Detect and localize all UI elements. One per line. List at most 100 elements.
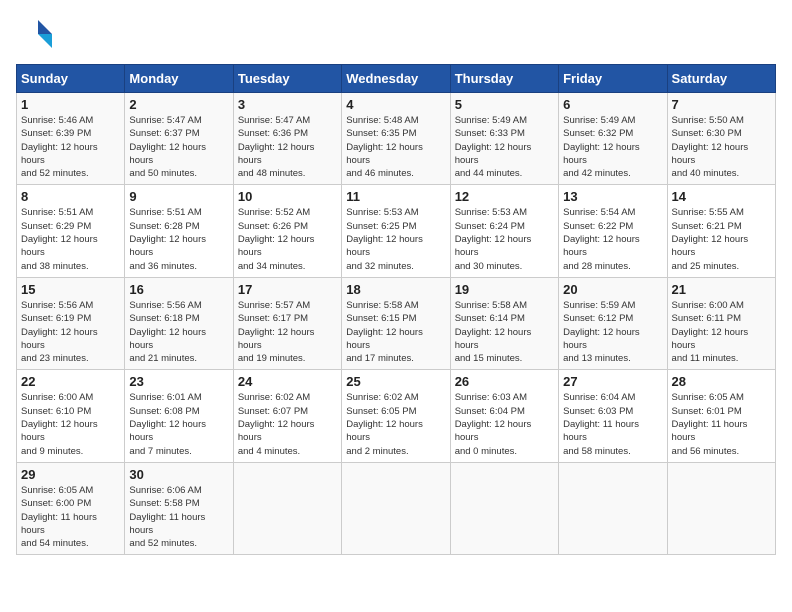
calendar-cell: 19 Sunrise: 5:58 AMSunset: 6:14 PMDaylig… <box>450 277 558 369</box>
day-number: 7 <box>672 97 771 112</box>
day-number: 23 <box>129 374 228 389</box>
day-number: 29 <box>21 467 120 482</box>
day-number: 14 <box>672 189 771 204</box>
page-header <box>16 16 776 52</box>
calendar-cell: 7 Sunrise: 5:50 AMSunset: 6:30 PMDayligh… <box>667 93 775 185</box>
day-number: 21 <box>672 282 771 297</box>
calendar-cell: 22 Sunrise: 6:00 AMSunset: 6:10 PMDaylig… <box>17 370 125 462</box>
calendar-cell: 24 Sunrise: 6:02 AMSunset: 6:07 PMDaylig… <box>233 370 341 462</box>
day-number: 13 <box>563 189 662 204</box>
weekday-header-wednesday: Wednesday <box>342 65 450 93</box>
calendar-week-4: 22 Sunrise: 6:00 AMSunset: 6:10 PMDaylig… <box>17 370 776 462</box>
day-content: Sunrise: 5:48 AMSunset: 6:35 PMDaylight:… <box>346 114 445 180</box>
calendar-cell: 14 Sunrise: 5:55 AMSunset: 6:21 PMDaylig… <box>667 185 775 277</box>
day-number: 12 <box>455 189 554 204</box>
day-content: Sunrise: 6:06 AMSunset: 5:58 PMDaylight:… <box>129 484 228 550</box>
calendar-cell <box>667 462 775 554</box>
day-content: Sunrise: 5:55 AMSunset: 6:21 PMDaylight:… <box>672 206 771 272</box>
weekday-header-friday: Friday <box>559 65 667 93</box>
day-number: 16 <box>129 282 228 297</box>
day-number: 30 <box>129 467 228 482</box>
calendar-cell: 21 Sunrise: 6:00 AMSunset: 6:11 PMDaylig… <box>667 277 775 369</box>
day-content: Sunrise: 5:58 AMSunset: 6:14 PMDaylight:… <box>455 299 554 365</box>
day-number: 24 <box>238 374 337 389</box>
day-content: Sunrise: 6:01 AMSunset: 6:08 PMDaylight:… <box>129 391 228 457</box>
day-number: 20 <box>563 282 662 297</box>
calendar-cell: 1 Sunrise: 5:46 AMSunset: 6:39 PMDayligh… <box>17 93 125 185</box>
day-content: Sunrise: 6:05 AMSunset: 6:00 PMDaylight:… <box>21 484 120 550</box>
day-content: Sunrise: 5:59 AMSunset: 6:12 PMDaylight:… <box>563 299 662 365</box>
day-content: Sunrise: 5:57 AMSunset: 6:17 PMDaylight:… <box>238 299 337 365</box>
day-content: Sunrise: 5:46 AMSunset: 6:39 PMDaylight:… <box>21 114 120 180</box>
calendar-cell: 30 Sunrise: 6:06 AMSunset: 5:58 PMDaylig… <box>125 462 233 554</box>
day-number: 17 <box>238 282 337 297</box>
calendar-cell: 18 Sunrise: 5:58 AMSunset: 6:15 PMDaylig… <box>342 277 450 369</box>
calendar-cell: 23 Sunrise: 6:01 AMSunset: 6:08 PMDaylig… <box>125 370 233 462</box>
calendar-cell: 11 Sunrise: 5:53 AMSunset: 6:25 PMDaylig… <box>342 185 450 277</box>
day-content: Sunrise: 5:56 AMSunset: 6:18 PMDaylight:… <box>129 299 228 365</box>
day-content: Sunrise: 5:50 AMSunset: 6:30 PMDaylight:… <box>672 114 771 180</box>
day-number: 26 <box>455 374 554 389</box>
day-content: Sunrise: 5:56 AMSunset: 6:19 PMDaylight:… <box>21 299 120 365</box>
weekday-header-thursday: Thursday <box>450 65 558 93</box>
day-number: 6 <box>563 97 662 112</box>
weekday-header-tuesday: Tuesday <box>233 65 341 93</box>
calendar-cell: 27 Sunrise: 6:04 AMSunset: 6:03 PMDaylig… <box>559 370 667 462</box>
calendar-cell: 10 Sunrise: 5:52 AMSunset: 6:26 PMDaylig… <box>233 185 341 277</box>
day-number: 3 <box>238 97 337 112</box>
day-number: 22 <box>21 374 120 389</box>
day-content: Sunrise: 5:49 AMSunset: 6:32 PMDaylight:… <box>563 114 662 180</box>
logo-icon <box>16 16 52 52</box>
calendar-cell: 12 Sunrise: 5:53 AMSunset: 6:24 PMDaylig… <box>450 185 558 277</box>
calendar-cell <box>450 462 558 554</box>
calendar-week-2: 8 Sunrise: 5:51 AMSunset: 6:29 PMDayligh… <box>17 185 776 277</box>
day-content: Sunrise: 5:51 AMSunset: 6:28 PMDaylight:… <box>129 206 228 272</box>
day-content: Sunrise: 5:51 AMSunset: 6:29 PMDaylight:… <box>21 206 120 272</box>
day-content: Sunrise: 5:49 AMSunset: 6:33 PMDaylight:… <box>455 114 554 180</box>
calendar-cell <box>233 462 341 554</box>
day-content: Sunrise: 5:47 AMSunset: 6:37 PMDaylight:… <box>129 114 228 180</box>
day-content: Sunrise: 5:58 AMSunset: 6:15 PMDaylight:… <box>346 299 445 365</box>
calendar-cell <box>342 462 450 554</box>
calendar-cell: 13 Sunrise: 5:54 AMSunset: 6:22 PMDaylig… <box>559 185 667 277</box>
calendar-cell: 8 Sunrise: 5:51 AMSunset: 6:29 PMDayligh… <box>17 185 125 277</box>
day-number: 15 <box>21 282 120 297</box>
day-number: 28 <box>672 374 771 389</box>
day-content: Sunrise: 5:54 AMSunset: 6:22 PMDaylight:… <box>563 206 662 272</box>
calendar-cell: 20 Sunrise: 5:59 AMSunset: 6:12 PMDaylig… <box>559 277 667 369</box>
weekday-header-sunday: Sunday <box>17 65 125 93</box>
weekday-header-monday: Monday <box>125 65 233 93</box>
day-number: 9 <box>129 189 228 204</box>
day-number: 10 <box>238 189 337 204</box>
calendar-cell: 6 Sunrise: 5:49 AMSunset: 6:32 PMDayligh… <box>559 93 667 185</box>
calendar-cell: 3 Sunrise: 5:47 AMSunset: 6:36 PMDayligh… <box>233 93 341 185</box>
logo <box>16 16 56 52</box>
calendar-week-3: 15 Sunrise: 5:56 AMSunset: 6:19 PMDaylig… <box>17 277 776 369</box>
day-number: 1 <box>21 97 120 112</box>
day-content: Sunrise: 5:47 AMSunset: 6:36 PMDaylight:… <box>238 114 337 180</box>
day-content: Sunrise: 5:53 AMSunset: 6:24 PMDaylight:… <box>455 206 554 272</box>
calendar-table: SundayMondayTuesdayWednesdayThursdayFrid… <box>16 64 776 555</box>
day-content: Sunrise: 6:05 AMSunset: 6:01 PMDaylight:… <box>672 391 771 457</box>
calendar-cell: 9 Sunrise: 5:51 AMSunset: 6:28 PMDayligh… <box>125 185 233 277</box>
calendar-cell: 2 Sunrise: 5:47 AMSunset: 6:37 PMDayligh… <box>125 93 233 185</box>
calendar-cell: 4 Sunrise: 5:48 AMSunset: 6:35 PMDayligh… <box>342 93 450 185</box>
day-number: 11 <box>346 189 445 204</box>
calendar-cell: 15 Sunrise: 5:56 AMSunset: 6:19 PMDaylig… <box>17 277 125 369</box>
day-number: 27 <box>563 374 662 389</box>
day-number: 4 <box>346 97 445 112</box>
day-content: Sunrise: 6:00 AMSunset: 6:11 PMDaylight:… <box>672 299 771 365</box>
day-number: 19 <box>455 282 554 297</box>
calendar-cell <box>559 462 667 554</box>
day-number: 2 <box>129 97 228 112</box>
calendar-cell: 29 Sunrise: 6:05 AMSunset: 6:00 PMDaylig… <box>17 462 125 554</box>
day-content: Sunrise: 6:02 AMSunset: 6:07 PMDaylight:… <box>238 391 337 457</box>
calendar-cell: 16 Sunrise: 5:56 AMSunset: 6:18 PMDaylig… <box>125 277 233 369</box>
calendar-cell: 5 Sunrise: 5:49 AMSunset: 6:33 PMDayligh… <box>450 93 558 185</box>
calendar-cell: 17 Sunrise: 5:57 AMSunset: 6:17 PMDaylig… <box>233 277 341 369</box>
day-content: Sunrise: 5:53 AMSunset: 6:25 PMDaylight:… <box>346 206 445 272</box>
day-content: Sunrise: 6:04 AMSunset: 6:03 PMDaylight:… <box>563 391 662 457</box>
day-content: Sunrise: 6:02 AMSunset: 6:05 PMDaylight:… <box>346 391 445 457</box>
day-number: 8 <box>21 189 120 204</box>
day-number: 18 <box>346 282 445 297</box>
